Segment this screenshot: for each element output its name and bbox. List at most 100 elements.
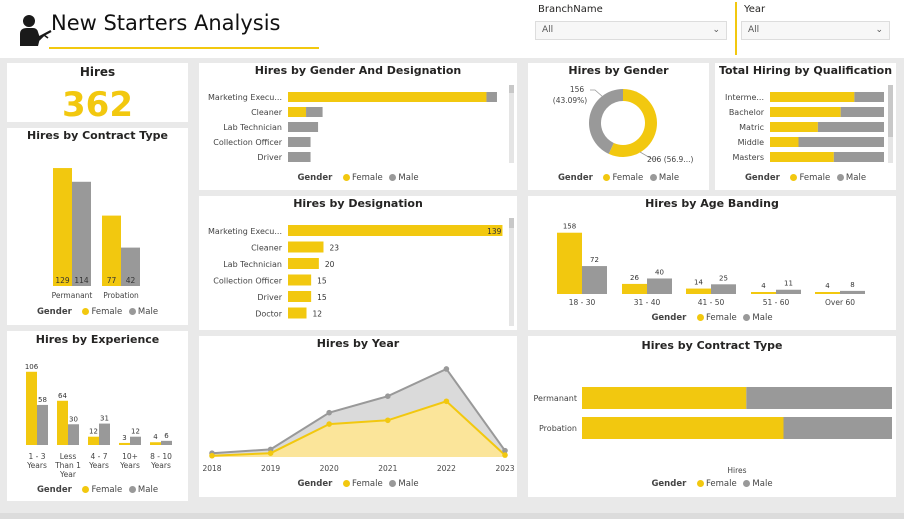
qualification-card: Total Hiring by Qualification Interme...… [715,63,896,190]
legend-male-label: Male [137,485,159,495]
y-tick-label: Interme... [725,93,764,102]
legend-male-label: Male [752,313,773,323]
x-tick-label: 18 - 30 [569,298,596,307]
scrollbar-thumb[interactable] [509,85,514,93]
x-tick-label: 2020 [320,464,339,473]
bar-female [150,442,161,445]
bar-male [840,107,884,117]
data-label: 25 [719,274,728,282]
scrollbar[interactable] [509,85,514,163]
data-label: 4 [825,282,830,290]
legend-male-swatch [128,307,136,315]
year-dropdown[interactable]: All ⌄ [741,21,890,40]
legend-title: Gender [36,485,72,495]
age-banding-chart: 158 72 18 - 30 26 40 31 - 40 14 25 41 - 50 4 11 51 … [557,223,865,307]
header-panel: New Starters Analysis BranchName All ⌄ Y… [0,0,904,58]
gender-designation-card: Hires by Gender And Designation Marketin… [199,63,517,190]
legend-female-swatch [603,173,611,181]
contract-type-column-card: Hires by Contract Type 129 114 Permanant 77… [7,128,188,325]
x-tick-label: Years [119,461,140,470]
scrollbar-thumb[interactable] [888,85,893,137]
point-male [385,393,391,399]
point-male [326,409,332,416]
data-label: 114 [74,276,89,285]
data-label: 14 [694,279,703,287]
x-tick-label: 4 - 7 [90,452,107,461]
data-label: 4 [761,282,766,290]
legend-female-label: Female [799,173,831,183]
y-tick-label: Cleaner [251,244,283,253]
year-dropdown-value: All [748,25,760,35]
x-tick-label: Years [88,461,109,470]
data-label: 26 [630,274,639,282]
bar-female [119,442,130,445]
scrollbar-thumb[interactable] [509,218,514,228]
legend-female-label: Female [351,479,383,489]
bar-female [53,168,72,286]
page-title: New Starters Analysis [51,11,281,35]
bar-designation [288,307,307,319]
chart-legend: Gender Female Male [715,173,896,183]
bar-designation [288,225,503,236]
contract-type-bar-card: Hires by Contract Type Permanant Probatio… [528,336,896,497]
gender-donut-chart: 206 (56.9...) 156 (43.09%) [553,85,694,164]
bar-female [770,122,818,132]
y-tick-label: Collection Officer [213,277,282,286]
x-tick-label: Years [150,461,171,470]
branch-dropdown[interactable]: All ⌄ [535,21,727,40]
x-tick-label: 41 - 50 [698,298,725,307]
title-underline [49,47,319,49]
data-label: 106 [25,363,39,371]
kpi-card-hires: Hires 362 [7,63,188,125]
y-tick-label: Masters [733,153,765,162]
bar-female [686,288,711,294]
bar-female [582,387,747,409]
bar-male [288,137,311,147]
legend-title: Gender [651,479,687,489]
leader-line-male [590,89,604,98]
data-label: 15 [317,293,327,302]
bar-male [288,122,319,132]
chart-legend: Gender Female Male [7,485,188,495]
legend-female-swatch [342,173,350,181]
contract-type-column-chart: 129 114 Permanant 77 42 Probation [52,168,140,300]
kpi-title: Hires [79,65,116,79]
data-label: 58 [38,396,47,404]
x-axis-label: Hires [727,466,746,475]
chart-legend: Gender Female Male [7,307,188,317]
data-label: 12 [131,428,140,436]
chevron-down-icon: ⌄ [712,25,720,35]
chart-legend: Gender Female Male [528,173,709,183]
legend-male-label: Male [398,479,419,489]
bar-female [57,400,68,445]
bar-male [783,417,892,439]
bottom-scrollbar[interactable] [0,513,904,519]
bar-male [817,122,884,132]
legend-female-label: Female [91,307,123,317]
x-tick-label: Less [60,452,77,461]
y-tick-label: Matric [739,123,764,132]
kpi-value: 362 [62,85,133,125]
data-label: 23 [329,244,339,253]
bar-male [130,436,141,445]
legend-title: Gender [557,173,593,183]
bar-male [486,92,497,102]
data-label: 139 [487,227,502,236]
x-tick-label: 2018 [202,464,221,473]
legend-male-swatch [743,479,751,487]
bar-designation [288,258,319,269]
person-presenting-icon [20,15,52,46]
scrollbar[interactable] [509,218,514,326]
legend-female-label: Female [351,173,383,183]
y-tick-label: Lab Technician [223,123,282,132]
x-tick-label: 10+ [122,452,138,461]
bar-male [840,290,865,294]
hires-by-year-card: Hires by Year 2018 2019 2020 2021 2022 2023 G… [199,336,517,497]
legend-female-label: Female [612,173,644,183]
data-label: 12 [313,310,323,319]
branch-slicer-label: BranchName [538,4,603,15]
data-label: 15 [317,277,327,286]
bar-female [751,292,776,294]
y-tick-label: Lab Technician [223,260,282,269]
legend-female-swatch [790,173,798,181]
